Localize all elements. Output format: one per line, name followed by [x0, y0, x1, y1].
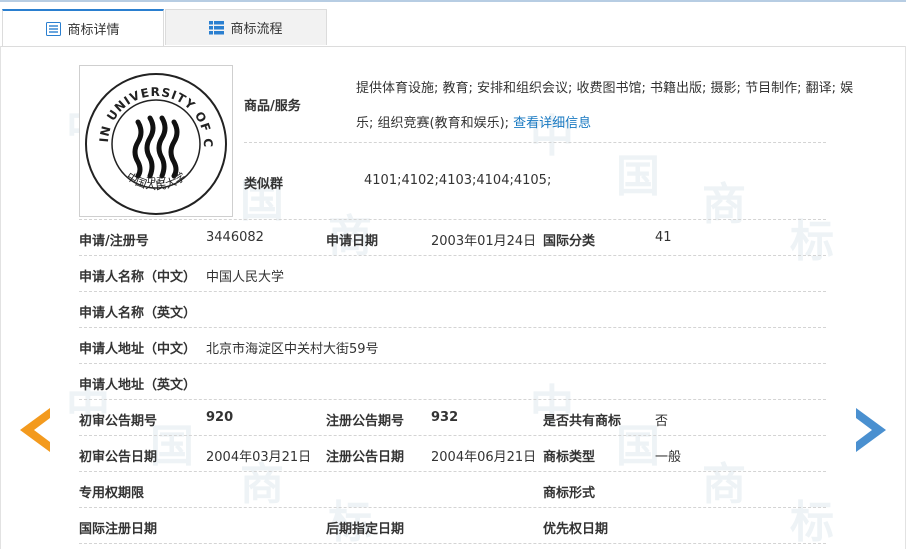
prelim-date-label: 初审公告日期 [79, 450, 158, 465]
applicant-name-cn-label: 申请人名称（中文） [79, 270, 197, 285]
prelim-issue-value: 920 [206, 410, 234, 425]
prev-arrow-icon[interactable] [20, 408, 50, 452]
applicant-name-en-label: 申请人名称（英文） [79, 306, 197, 321]
apply-date-value: 2003年01月24日 [431, 234, 537, 249]
goods-services-text: 乐; 组织竞赛(教育和娱乐); [356, 116, 514, 131]
tab-bar: 商标详情 商标流程 [0, 9, 906, 47]
top-border [0, 0, 906, 2]
applicant-name-cn-value: 中国人民大学 [206, 270, 285, 285]
university-seal-logo: RENMIN UNIVERSITY OF CHINA 1937 中国人民大学 [74, 55, 227, 215]
similar-group-label: 类似群 [244, 177, 284, 192]
exclusive-period-label: 专用权期限 [79, 486, 145, 501]
goods-services-label: 商品/服务 [244, 99, 301, 114]
divider [79, 219, 826, 220]
prelim-date-value: 2004年03月21日 [206, 450, 312, 465]
reg-number-value: 3446082 [206, 230, 264, 245]
tab-label: 商标详情 [67, 23, 120, 38]
divider [79, 507, 826, 508]
intl-reg-date-label: 国际注册日期 [79, 522, 158, 537]
view-details-link[interactable]: 查看详细信息 [513, 116, 591, 131]
tab-trademark-details[interactable]: 商标详情 [2, 9, 164, 46]
reg-date-value: 2004年06月21日 [431, 450, 537, 465]
similar-group-value: 4101;4102;4103;4104;4105; [364, 173, 552, 188]
reg-date-label: 注册公告日期 [326, 450, 405, 465]
divider [79, 471, 826, 472]
reg-number-label: 申请/注册号 [79, 234, 149, 249]
intl-class-value: 41 [655, 230, 672, 245]
grid-table-icon [209, 20, 225, 34]
divider [79, 363, 826, 364]
prelim-issue-label: 初审公告期号 [79, 414, 158, 429]
svg-text:RENMIN UNIVERSITY OF CHINA: RENMIN UNIVERSITY OF CHINA [80, 66, 215, 148]
svg-text:中国人民大学: 中国人民大学 [124, 169, 188, 193]
apply-date-label: 申请日期 [326, 234, 379, 249]
priority-date-label: 优先权日期 [543, 522, 609, 537]
shared-trademark-value: 否 [655, 414, 669, 429]
applicant-address-cn-value: 北京市海淀区中关村大街59号 [206, 342, 379, 357]
shared-trademark-label: 是否共有商标 [543, 414, 622, 429]
next-arrow-icon[interactable] [856, 408, 886, 452]
divider [79, 291, 826, 292]
divider [79, 327, 826, 328]
trademark-type-label: 商标类型 [543, 450, 596, 465]
goods-services-line-2: 乐; 组织竞赛(教育和娱乐); 查看详细信息 [356, 112, 591, 131]
list-doc-icon [46, 21, 62, 36]
divider [79, 435, 826, 436]
applicant-address-cn-label: 申请人地址（中文） [79, 342, 197, 357]
divider [79, 255, 826, 256]
later-designation-date-label: 后期指定日期 [326, 522, 405, 537]
tab-label: 商标流程 [230, 22, 283, 37]
reg-issue-value: 932 [431, 410, 459, 425]
reg-issue-label: 注册公告期号 [326, 414, 405, 429]
divider [79, 543, 826, 544]
divider [244, 142, 826, 143]
trademark-form-label: 商标形式 [543, 486, 596, 501]
goods-services-line-1: 提供体育设施; 教育; 安排和组织会议; 收费图书馆; 书籍出版; 摄影; 节目… [356, 81, 854, 96]
tab-trademark-process[interactable]: 商标流程 [165, 9, 327, 45]
trademark-image[interactable]: RENMIN UNIVERSITY OF CHINA 1937 中国人民大学 [74, 55, 233, 217]
trademark-type-value: 一般 [655, 450, 682, 465]
applicant-address-en-label: 申请人地址（英文） [79, 378, 197, 393]
intl-class-label: 国际分类 [543, 234, 596, 249]
divider [79, 399, 826, 400]
